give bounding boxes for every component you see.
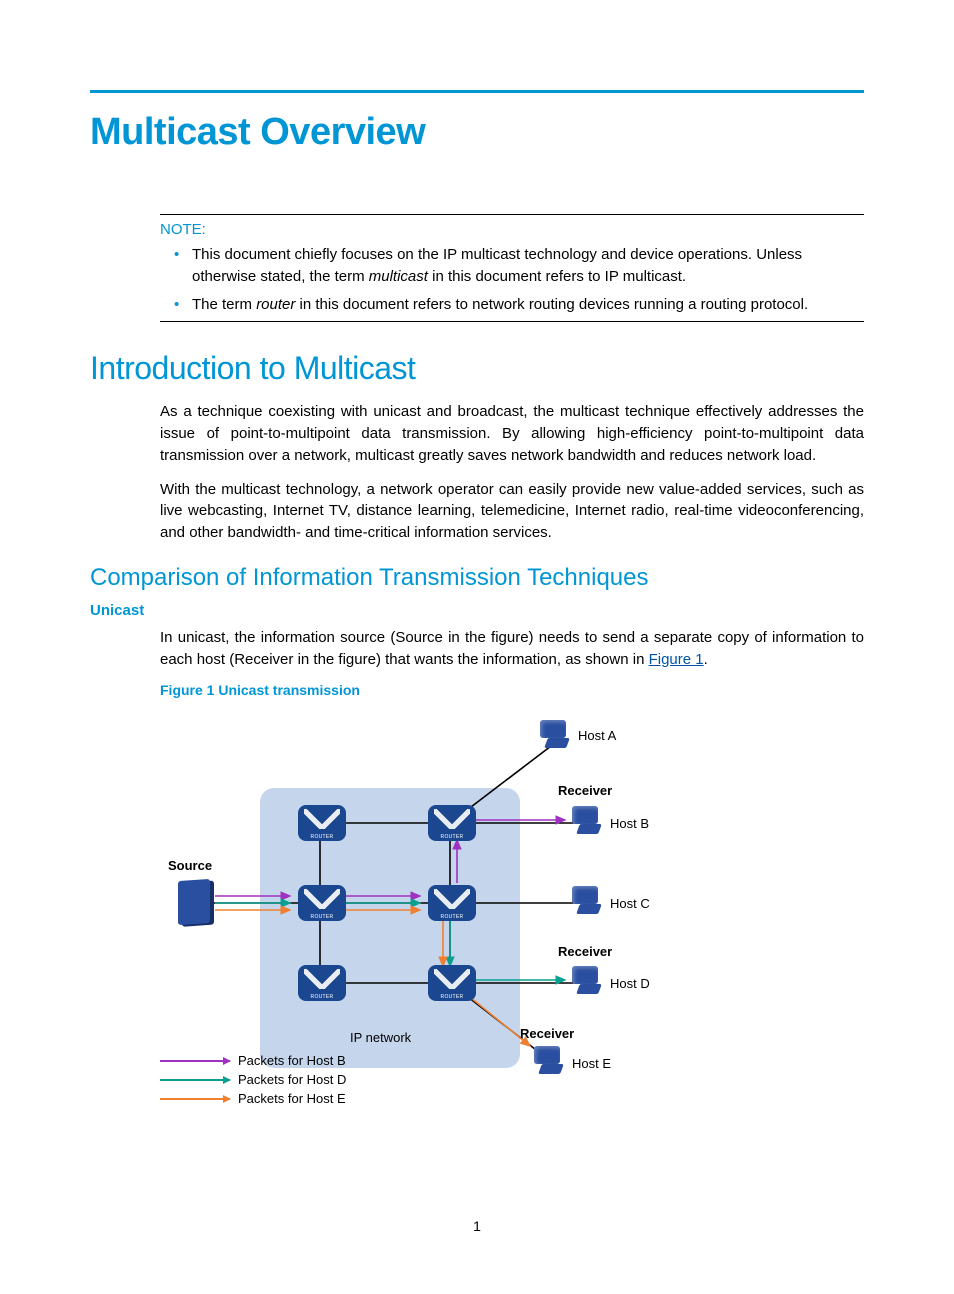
unicast-para: In unicast, the information source (Sour…: [160, 627, 864, 671]
note-item: The term router in this document refers …: [174, 294, 864, 316]
host-b-label: Host B: [610, 816, 649, 831]
page-title: Multicast Overview: [90, 111, 864, 154]
section-intro-heading: Introduction to Multicast: [90, 350, 864, 387]
ip-network-label: IP network: [350, 1030, 411, 1045]
intro-para-2: With the multicast technology, a network…: [160, 479, 864, 544]
note-label: NOTE:: [160, 221, 864, 238]
legend-label-d: Packets for Host D: [238, 1072, 346, 1087]
server-icon: [178, 879, 210, 925]
host-d-label: Host D: [610, 976, 650, 991]
source-label: Source: [168, 858, 212, 873]
legend-arrow-icon: [160, 1079, 230, 1081]
router-icon: [298, 885, 346, 921]
host-e-label: Host E: [572, 1056, 611, 1071]
host-c-label: Host C: [610, 896, 650, 911]
host-a-label: Host A: [578, 728, 616, 743]
host-icon: [570, 806, 604, 836]
legend-label-b: Packets for Host B: [238, 1053, 346, 1068]
legend-row: Packets for Host E: [160, 1091, 346, 1106]
figure-1-caption: Figure 1 Unicast transmission: [160, 682, 864, 698]
router-icon: [298, 965, 346, 1001]
note-item: This document chiefly focuses on the IP …: [174, 244, 864, 288]
host-icon: [570, 966, 604, 996]
legend-arrow-icon: [160, 1060, 230, 1062]
page-number: 1: [0, 1218, 954, 1234]
unicast-text-post: .: [704, 651, 708, 668]
legend-row: Packets for Host B: [160, 1053, 346, 1068]
intro-para-1: As a technique coexisting with unicast a…: [160, 401, 864, 466]
receiver-label: Receiver: [558, 783, 612, 798]
host-icon: [532, 1046, 566, 1076]
unicast-text-pre: In unicast, the information source (Sour…: [160, 629, 864, 668]
note-list: This document chiefly focuses on the IP …: [160, 244, 864, 315]
note-top-rule: [160, 214, 864, 215]
subsection-compare-heading: Comparison of Information Transmission T…: [90, 564, 864, 592]
router-icon: [428, 965, 476, 1001]
router-icon: [428, 805, 476, 841]
title-rule: [90, 90, 864, 93]
receiver-label: Receiver: [558, 944, 612, 959]
legend: Packets for Host B Packets for Host D Pa…: [160, 1053, 346, 1110]
router-icon: [298, 805, 346, 841]
receiver-label: Receiver: [520, 1026, 574, 1041]
legend-label-e: Packets for Host E: [238, 1091, 346, 1106]
unicast-heading: Unicast: [90, 602, 864, 619]
router-icon: [428, 885, 476, 921]
legend-row: Packets for Host D: [160, 1072, 346, 1087]
figure-1-diagram: Source Host A Receiver Host B Host C Rec…: [160, 708, 720, 1118]
figure-1-link[interactable]: Figure 1: [649, 651, 704, 668]
host-icon: [538, 720, 572, 750]
note-box: NOTE: This document chiefly focuses on t…: [160, 214, 864, 322]
legend-arrow-icon: [160, 1098, 230, 1100]
note-bottom-rule: [160, 321, 864, 322]
host-icon: [570, 886, 604, 916]
